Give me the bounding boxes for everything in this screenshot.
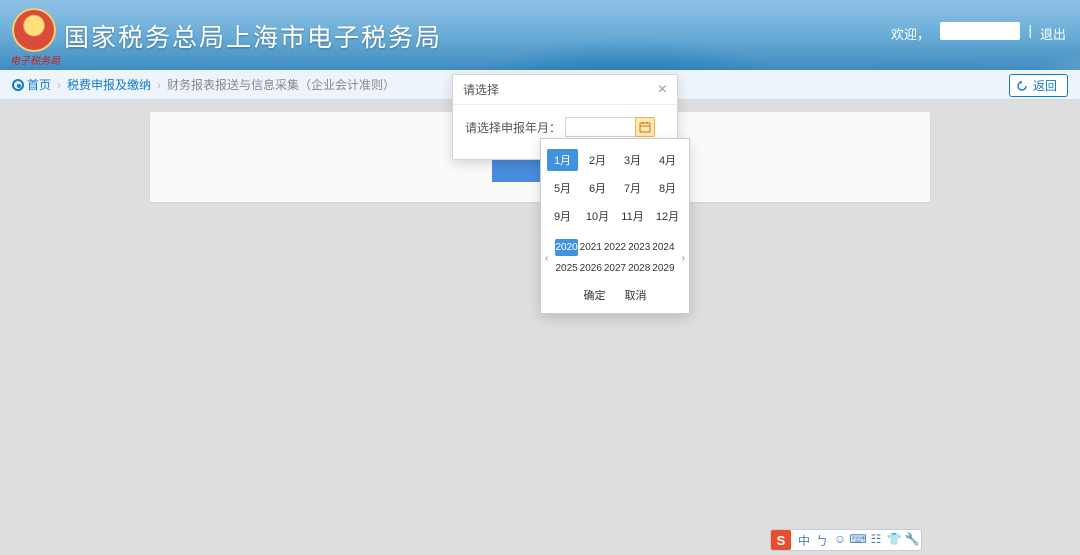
year-option[interactable]: 2026 bbox=[579, 260, 602, 277]
ime-item[interactable]: ☺ bbox=[831, 532, 849, 549]
year-section: ‹ 20202021202220232024 202520262027202820… bbox=[547, 239, 683, 277]
year-option[interactable]: 2029 bbox=[652, 260, 675, 277]
period-field-row: 请选择申报年月： bbox=[465, 117, 665, 137]
modal-header: 请选择 × bbox=[453, 75, 677, 105]
ime-toolbar: S 中ㄅ☺⌨☷👕🔧 bbox=[770, 529, 922, 551]
month-option[interactable]: 2月 bbox=[582, 149, 613, 171]
period-field-label: 请选择申报年月： bbox=[465, 119, 561, 136]
year-option[interactable]: 2023 bbox=[628, 239, 651, 256]
month-option[interactable]: 5月 bbox=[547, 177, 578, 199]
month-option[interactable]: 11月 bbox=[617, 205, 648, 227]
picker-ok-button[interactable]: 确定 bbox=[583, 290, 605, 302]
period-input[interactable] bbox=[565, 117, 635, 137]
modal-title: 请选择 bbox=[463, 81, 499, 98]
month-option[interactable]: 4月 bbox=[652, 149, 683, 171]
month-option[interactable]: 10月 bbox=[582, 205, 613, 227]
picker-actions: 确定 取消 bbox=[547, 287, 683, 303]
month-option[interactable]: 7月 bbox=[617, 177, 648, 199]
ime-item[interactable]: ☷ bbox=[867, 532, 885, 549]
app-header: 电子税务局 国家税务总局上海市电子税务局 欢迎， | 退出 bbox=[0, 0, 1080, 70]
ime-items: 中ㄅ☺⌨☷👕🔧 bbox=[795, 532, 921, 549]
header-separator: | bbox=[1028, 22, 1032, 38]
back-button[interactable]: 返回 bbox=[1009, 74, 1068, 97]
year-grid: 20202021202220232024 20252026202720282029 bbox=[555, 239, 675, 277]
month-option[interactable]: 9月 bbox=[547, 205, 578, 227]
month-option[interactable]: 12月 bbox=[652, 205, 683, 227]
tax-bureau-emblem-icon bbox=[12, 8, 56, 52]
welcome-text: 欢迎， bbox=[891, 24, 930, 43]
year-prev-arrow-icon[interactable]: ‹ bbox=[545, 253, 548, 264]
picker-cancel-button[interactable]: 取消 bbox=[625, 290, 647, 302]
month-option[interactable]: 6月 bbox=[582, 177, 613, 199]
month-option[interactable]: 8月 bbox=[652, 177, 683, 199]
breadcrumb-home-label: 首页 bbox=[27, 76, 51, 93]
ime-item[interactable]: 👕 bbox=[885, 532, 903, 549]
ime-item[interactable]: 🔧 bbox=[903, 532, 921, 549]
user-name-box bbox=[940, 22, 1020, 40]
ime-item[interactable]: ⌨ bbox=[849, 532, 867, 549]
modal-close-button[interactable]: × bbox=[658, 82, 667, 98]
year-option[interactable]: 2021 bbox=[579, 239, 602, 256]
emblem-caption: 电子税务局 bbox=[10, 52, 60, 67]
ime-item[interactable]: 中 bbox=[795, 532, 813, 549]
app-title: 国家税务总局上海市电子税务局 bbox=[64, 18, 442, 54]
month-year-picker: 1月2月3月4月5月6月7月8月9月10月11月12月 ‹ 2020202120… bbox=[540, 138, 690, 314]
year-option[interactable]: 2028 bbox=[628, 260, 651, 277]
year-option[interactable]: 2024 bbox=[652, 239, 675, 256]
breadcrumb-tax[interactable]: 税费申报及缴纳 bbox=[67, 76, 151, 93]
ime-logo-icon[interactable]: S bbox=[771, 530, 791, 550]
year-option[interactable]: 2020 bbox=[555, 239, 578, 256]
year-option[interactable]: 2025 bbox=[555, 260, 578, 277]
ime-item[interactable]: ㄅ bbox=[813, 532, 831, 549]
year-next-arrow-icon[interactable]: › bbox=[682, 253, 685, 264]
month-option[interactable]: 3月 bbox=[617, 149, 648, 171]
month-grid: 1月2月3月4月 5月6月7月8月 9月10月11月12月 bbox=[547, 149, 683, 227]
logout-link[interactable]: 退出 bbox=[1040, 24, 1066, 43]
location-icon bbox=[12, 79, 24, 91]
back-button-label: 返回 bbox=[1033, 79, 1057, 93]
year-option[interactable]: 2022 bbox=[603, 239, 626, 256]
back-arrow-icon bbox=[1016, 80, 1028, 92]
month-option[interactable]: 1月 bbox=[547, 149, 578, 171]
breadcrumb-current: 财务报表报送与信息采集（企业会计准则） bbox=[167, 76, 395, 93]
breadcrumb-sep: › bbox=[157, 78, 161, 92]
breadcrumb-home[interactable]: 首页 bbox=[12, 76, 51, 93]
year-option[interactable]: 2027 bbox=[603, 260, 626, 277]
breadcrumb-sep: › bbox=[57, 78, 61, 92]
calendar-icon[interactable] bbox=[635, 117, 655, 137]
